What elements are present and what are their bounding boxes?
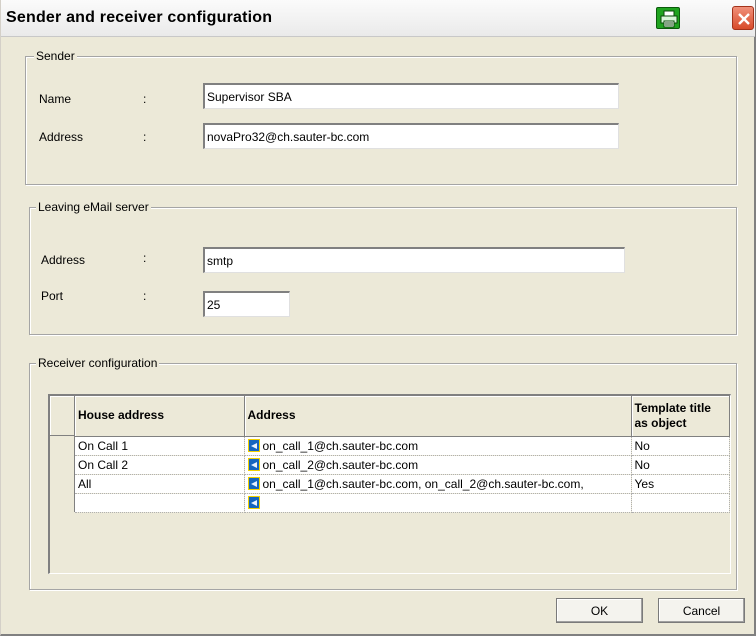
sender-legend: Sender <box>34 49 77 63</box>
title-bar[interactable]: Sender and receiver configuration <box>1 0 755 37</box>
sender-name-label: Name <box>39 92 72 106</box>
address-cell[interactable]: on_call_2@ch.sauter-bc.com <box>244 455 632 475</box>
address-cell-text: on_call_2@ch.sauter-bc.com <box>262 457 419 472</box>
close-button[interactable] <box>732 6 754 30</box>
grid-corner-header[interactable] <box>50 396 75 436</box>
address-book-icon[interactable] <box>247 438 260 452</box>
receiver-table: House address Address Template title as … <box>75 396 730 513</box>
sender-name-input[interactable] <box>203 83 619 109</box>
server-address-input[interactable] <box>203 247 625 273</box>
house-address-cell[interactable]: On Call 2 <box>75 455 245 475</box>
receiver-grid[interactable]: House address Address Template title as … <box>48 394 731 574</box>
template-title-cell[interactable]: Yes <box>631 474 730 494</box>
address-book-icon[interactable] <box>247 457 260 471</box>
table-header-row: House address Address Template title as … <box>75 396 730 437</box>
mail-server-group: Leaving eMail server Address : Port : <box>29 200 737 335</box>
table-row[interactable]: All on_call_1@ch.sauter-bc.com, on_call_… <box>75 474 730 494</box>
house-address-cell[interactable]: On Call 1 <box>75 436 245 456</box>
dialog-title: Sender and receiver configuration <box>6 9 273 26</box>
table-row[interactable]: On Call 2 on_call_2@ch.sauter-bc.com No <box>75 455 730 475</box>
column-header-house-address[interactable]: House address <box>75 396 245 437</box>
address-cell[interactable]: on_call_1@ch.sauter-bc.com <box>244 436 632 456</box>
dialog-window: Sender and receiver configuration Sender… <box>0 0 756 636</box>
column-header-address[interactable]: Address <box>244 396 632 437</box>
server-address-label: Address <box>41 253 86 267</box>
sender-address-input[interactable] <box>203 123 619 149</box>
print-button[interactable] <box>656 7 680 29</box>
template-title-cell[interactable]: No <box>631 436 730 456</box>
receiver-legend: Receiver configuration <box>36 356 160 370</box>
address-book-icon[interactable] <box>247 476 260 490</box>
house-address-cell[interactable] <box>75 493 245 513</box>
address-book-icon[interactable] <box>247 495 260 509</box>
sender-address-colon: : <box>143 130 147 144</box>
table-row[interactable] <box>75 493 730 513</box>
address-cell[interactable]: on_call_1@ch.sauter-bc.com, on_call_2@ch… <box>244 474 632 494</box>
server-port-colon: : <box>143 289 147 303</box>
template-title-cell[interactable] <box>631 493 730 513</box>
table-row[interactable]: On Call 1 on_call_1@ch.sauter-bc.com No <box>75 436 730 456</box>
address-cell-text: on_call_1@ch.sauter-bc.com <box>262 438 419 453</box>
cancel-button[interactable]: Cancel <box>658 598 745 623</box>
address-cell-text: on_call_1@ch.sauter-bc.com, on_call_2@ch… <box>262 476 584 491</box>
house-address-cell[interactable]: All <box>75 474 245 494</box>
mail-server-legend: Leaving eMail server <box>36 200 151 214</box>
template-title-cell[interactable]: No <box>631 455 730 475</box>
server-port-input[interactable] <box>203 291 290 317</box>
sender-name-colon: : <box>143 92 147 106</box>
printer-icon <box>660 10 678 28</box>
ok-button[interactable]: OK <box>556 598 643 623</box>
grid-row-header[interactable] <box>50 436 75 512</box>
server-address-colon: : <box>143 251 147 265</box>
close-icon <box>738 13 750 25</box>
sender-group: Sender Name : Address : <box>25 49 737 185</box>
sender-address-label: Address <box>39 130 84 144</box>
server-port-label: Port <box>41 289 64 303</box>
column-header-template-title[interactable]: Template title as object <box>631 396 730 437</box>
address-cell[interactable] <box>244 493 632 513</box>
